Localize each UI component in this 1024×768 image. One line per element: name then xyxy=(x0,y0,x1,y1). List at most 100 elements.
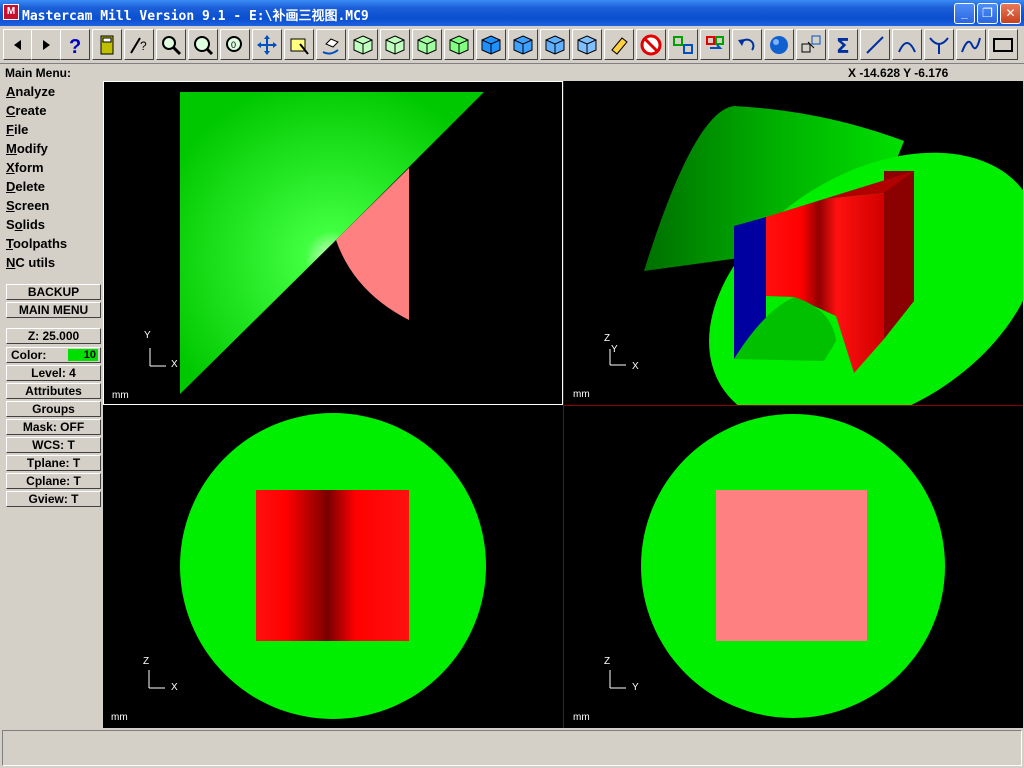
cube-top-icon xyxy=(353,35,373,55)
menu-item-screen[interactable]: Screen xyxy=(6,198,49,213)
undo-button[interactable] xyxy=(732,29,762,60)
title-bar: M Mastercam Mill Version 9.1 - E:\补画三视图.… xyxy=(0,0,1024,26)
line-button[interactable] xyxy=(860,29,890,60)
gview-button[interactable]: Gview: T xyxy=(6,491,101,507)
pink-square xyxy=(716,490,867,641)
back-icon xyxy=(14,40,21,50)
mirror-button[interactable] xyxy=(668,29,698,60)
transform-icon xyxy=(706,36,724,49)
color-swatch: 10 xyxy=(68,349,98,361)
prompt-area xyxy=(2,730,1022,766)
forward-icon xyxy=(43,40,50,50)
viewport-top[interactable]: Y X mm xyxy=(103,81,563,405)
axis-label-v: Z xyxy=(604,333,611,344)
back-button[interactable] xyxy=(3,29,33,60)
svg-text:0: 0 xyxy=(231,40,236,50)
cube-top-button[interactable] xyxy=(348,29,378,60)
select-button[interactable] xyxy=(284,29,314,60)
zoom-window-button[interactable] xyxy=(156,29,186,60)
cplane-button[interactable]: Cplane: T xyxy=(6,473,101,489)
minimize-button[interactable]: _ xyxy=(954,3,975,24)
backup-button[interactable]: BACKUP xyxy=(6,284,101,300)
menu-item-toolpaths[interactable]: Toolpaths xyxy=(6,236,67,251)
calculator-button[interactable] xyxy=(92,29,122,60)
side-view-drawing xyxy=(609,414,945,718)
axis-label-v: Z xyxy=(143,656,150,667)
axis-label-h: X xyxy=(171,359,178,370)
color-label: Color: xyxy=(11,348,47,362)
help-button[interactable]: ? xyxy=(60,29,90,60)
no-button[interactable] xyxy=(636,29,666,60)
maximize-button[interactable]: ❐ xyxy=(977,3,998,24)
analyze-button[interactable]: ? xyxy=(124,29,154,60)
cube-side-icon xyxy=(417,35,437,55)
menu-item-nc-utils[interactable]: NC utils xyxy=(6,255,55,270)
cube-solid-4-button[interactable] xyxy=(572,29,602,60)
help-icon: ? xyxy=(69,36,81,56)
sum-button[interactable]: Σ xyxy=(828,29,858,60)
menu-item-analyze[interactable]: Analyze xyxy=(6,84,55,99)
forward-button[interactable] xyxy=(31,29,61,60)
sidebar: Analyze Create File Modify Xform Delete Screen… xyxy=(2,82,102,728)
viewport-side[interactable]: Z Y mm xyxy=(564,406,1023,728)
axis-label-v: Y xyxy=(144,330,151,341)
red-square xyxy=(256,490,409,641)
cube-solid-icon xyxy=(481,35,501,55)
tplane-button[interactable]: Tplane: T xyxy=(6,455,101,471)
toolbar: ?? 0 Σ xyxy=(0,26,1024,64)
unit-label: mm xyxy=(111,712,128,723)
graphics-area[interactable]: Y X mm Z Y X mm Z X mm Z Y mm xyxy=(103,81,1023,728)
green-cone-face xyxy=(180,92,484,394)
menu-item-delete[interactable]: Delete xyxy=(6,179,45,194)
arc-button[interactable] xyxy=(892,29,922,60)
main-menu-button[interactable]: MAIN MENU xyxy=(6,302,101,318)
svg-text:Σ: Σ xyxy=(836,34,850,56)
mask-button[interactable]: Mask: OFF xyxy=(6,419,101,435)
cube-front-button[interactable] xyxy=(380,29,410,60)
sphere-icon xyxy=(770,36,788,54)
cube-iso-button[interactable] xyxy=(444,29,474,60)
cube-solid-2-button[interactable] xyxy=(508,29,538,60)
transform-button[interactable] xyxy=(700,29,730,60)
menu-item-create[interactable]: Create xyxy=(6,103,46,118)
cube-side-button[interactable] xyxy=(412,29,442,60)
iso-view-drawing xyxy=(609,106,1023,405)
pan-icon xyxy=(257,35,277,55)
undo-icon xyxy=(738,38,755,51)
unzoom-button[interactable] xyxy=(188,29,218,60)
menu-item-file[interactable]: File xyxy=(6,122,28,137)
level-button[interactable]: Level: 4 xyxy=(6,365,101,381)
menu-item-modify[interactable]: Modify xyxy=(6,141,48,156)
arc-icon xyxy=(898,42,916,53)
cube-front-icon xyxy=(385,35,405,55)
spline-button[interactable] xyxy=(956,29,986,60)
app-icon[interactable]: M xyxy=(3,4,19,20)
pan-button[interactable] xyxy=(252,29,282,60)
cube-solid-3-button[interactable] xyxy=(540,29,570,60)
group-icon xyxy=(801,35,821,53)
rotate-view-button[interactable] xyxy=(316,29,346,60)
color-button[interactable]: Color: 10 xyxy=(6,347,101,363)
window-title: Mastercam Mill Version 9.1 - E:\补画三视图.MC… xyxy=(22,9,369,24)
zoom-fit-button[interactable]: 0 xyxy=(220,29,250,60)
menu-item-solids[interactable]: Solids xyxy=(6,217,45,232)
svg-text:?: ? xyxy=(140,39,147,53)
cube-solid-button[interactable] xyxy=(476,29,506,60)
viewport-isometric[interactable]: Z Y X mm xyxy=(564,81,1023,405)
spline-icon xyxy=(961,37,981,53)
groups-button[interactable]: Groups xyxy=(6,401,101,417)
menu-item-xform[interactable]: Xform xyxy=(6,160,44,175)
eraser-button[interactable] xyxy=(604,29,634,60)
wcs-button[interactable]: WCS: T xyxy=(6,437,101,453)
close-button[interactable]: ✕ xyxy=(1000,3,1021,24)
attributes-button[interactable]: Attributes xyxy=(6,383,101,399)
front-view-drawing xyxy=(148,413,486,719)
sphere-button[interactable] xyxy=(764,29,794,60)
analyze-icon: ? xyxy=(130,37,147,54)
group-button[interactable] xyxy=(796,29,826,60)
z-depth-button[interactable]: Z: 25.000 xyxy=(6,328,101,344)
rectangle-button[interactable] xyxy=(988,29,1018,60)
main-menu-label: Main Menu: xyxy=(5,66,71,80)
fillet-button[interactable] xyxy=(924,29,954,60)
viewport-front[interactable]: Z X mm xyxy=(103,406,563,728)
